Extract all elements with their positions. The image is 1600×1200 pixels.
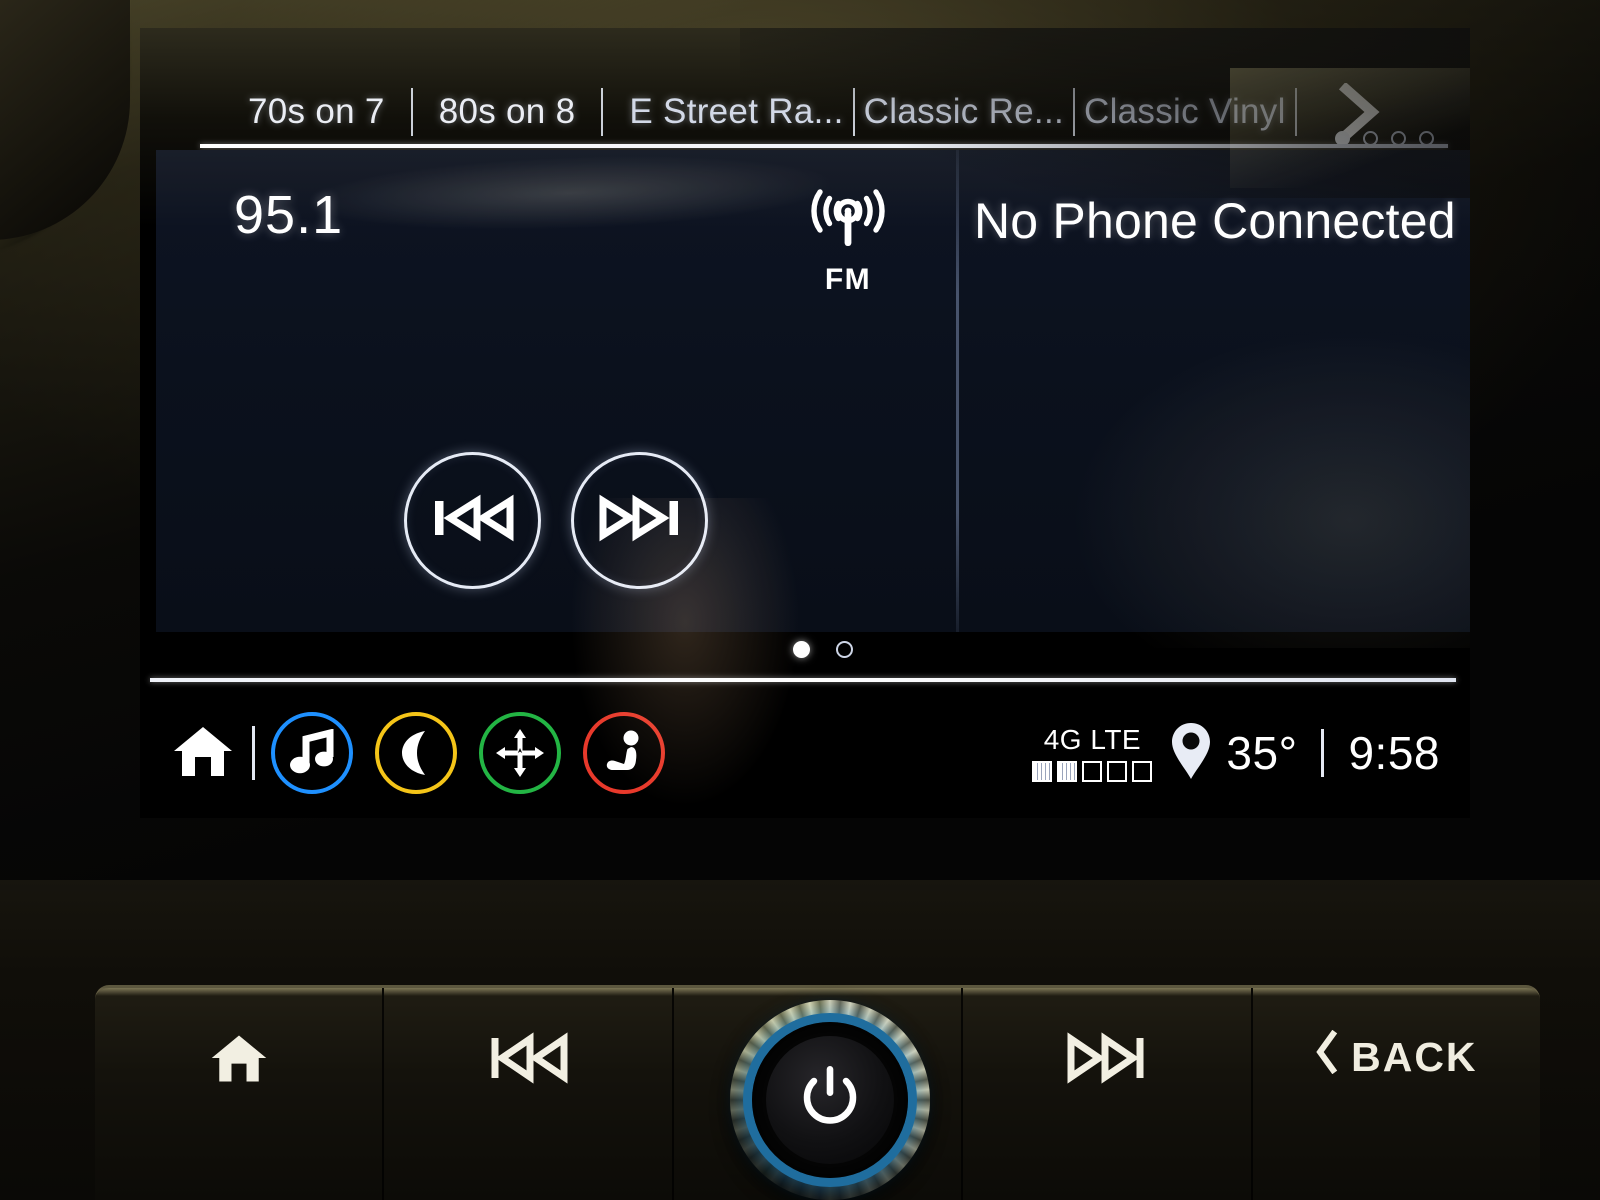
music-note-icon xyxy=(289,729,335,777)
network-label: 4G LTE xyxy=(1043,724,1142,755)
band-indicator: FM xyxy=(788,178,908,297)
next-track-icon xyxy=(598,490,682,551)
previous-track-icon xyxy=(431,490,515,551)
status-bar: 4G LTE 35° 9:58 xyxy=(1032,720,1456,787)
main-page-dot-2[interactable] xyxy=(836,641,853,658)
compass-arrows-icon xyxy=(495,728,545,778)
panel-divider-vertical xyxy=(956,150,959,632)
preset-divider xyxy=(1073,88,1076,136)
bezel-corner-left-inner xyxy=(0,0,130,240)
clock-readout: 9:58 xyxy=(1348,727,1440,779)
signal-bar-1 xyxy=(1032,761,1053,782)
bottom-bar: 4G LTE 35° 9:58 xyxy=(140,688,1470,818)
preset-tab-2[interactable]: 80s on 8 xyxy=(439,92,576,132)
preset-tab-4[interactable]: Classic Re... xyxy=(864,92,1064,132)
next-track-icon xyxy=(1059,1030,1155,1091)
power-button[interactable] xyxy=(766,1036,894,1164)
preset-tab-3[interactable]: E Street Ra... xyxy=(629,92,843,132)
signal-bar-4 xyxy=(1107,761,1128,782)
nav-home-button[interactable] xyxy=(160,722,246,785)
nav-icon-group xyxy=(160,712,687,794)
nav-media-button[interactable] xyxy=(271,712,353,794)
preset-tab-1[interactable]: 70s on 7 xyxy=(248,92,385,132)
phone-handset-icon xyxy=(398,728,434,778)
temperature-readout: 35° xyxy=(1226,727,1298,779)
home-icon xyxy=(170,722,236,785)
radio-broadcast-icon xyxy=(809,178,887,257)
nav-climate-button[interactable] xyxy=(583,712,665,794)
next-track-button[interactable] xyxy=(571,452,708,589)
main-page-dots[interactable] xyxy=(156,641,1470,658)
hard-button-back[interactable]: BACK xyxy=(1252,988,1540,1200)
signal-strength-bars xyxy=(1032,761,1153,782)
chevron-left-icon xyxy=(1315,1029,1339,1084)
nav-divider xyxy=(252,726,255,780)
preset-divider xyxy=(601,88,604,136)
map-pin-icon xyxy=(1168,720,1214,787)
transport-controls xyxy=(404,452,708,589)
dashboard-background: 70s on 7 80s on 8 E Street Ra... Classic… xyxy=(0,0,1600,1200)
band-label: FM xyxy=(824,263,872,296)
divider-bottom xyxy=(150,678,1456,682)
nav-navigation-button[interactable] xyxy=(479,712,561,794)
power-icon xyxy=(796,1062,864,1139)
station-preset-bar: 70s on 7 80s on 8 E Street Ra... Classic… xyxy=(140,68,1470,156)
phone-status-text: No Phone Connected xyxy=(974,193,1456,249)
home-icon xyxy=(208,1030,270,1091)
preset-divider xyxy=(1294,88,1297,136)
infotainment-screen: 70s on 7 80s on 8 E Street Ra... Classic… xyxy=(140,28,1470,818)
preset-tab-5[interactable]: Classic Vinyl xyxy=(1084,92,1286,132)
signal-bar-3 xyxy=(1082,761,1103,782)
nav-phone-button[interactable] xyxy=(375,712,457,794)
radio-frequency: 95.1 xyxy=(234,185,344,245)
preset-divider xyxy=(852,88,855,136)
hard-button-seek-prev[interactable] xyxy=(384,988,674,1200)
preset-divider xyxy=(410,88,413,136)
divider-top xyxy=(200,144,1448,148)
hard-button-home[interactable] xyxy=(95,988,385,1200)
status-divider xyxy=(1321,729,1325,777)
signal-bar-2 xyxy=(1057,761,1078,782)
seated-person-icon xyxy=(600,729,648,777)
hard-button-back-label: BACK xyxy=(1351,1033,1478,1080)
main-content-panel: 95.1 FM No Phone Connected xyxy=(156,150,1470,632)
power-volume-knob[interactable] xyxy=(730,1000,930,1200)
hard-button-seek-next[interactable] xyxy=(963,988,1253,1200)
previous-track-button[interactable] xyxy=(404,452,541,589)
main-page-dot-1[interactable] xyxy=(793,641,810,658)
previous-track-icon xyxy=(480,1030,576,1091)
network-indicator: 4G LTE xyxy=(1032,724,1153,782)
signal-bar-5 xyxy=(1132,761,1153,782)
